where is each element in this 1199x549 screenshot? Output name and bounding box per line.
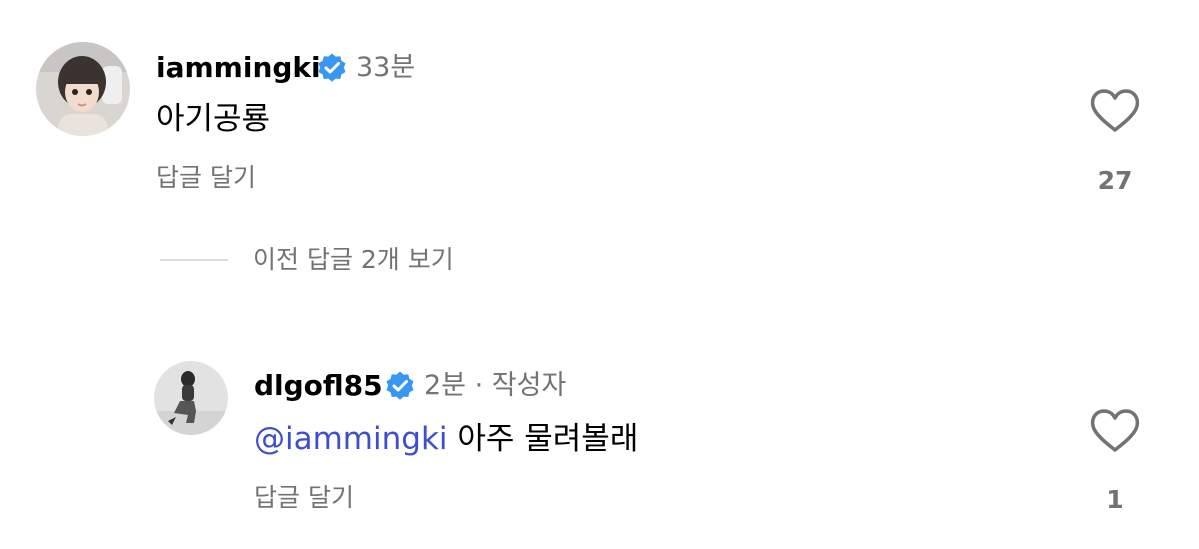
view-previous-replies-button[interactable]: 이전 답글 2개 보기 <box>253 244 454 276</box>
comment-text: @iammingki 아주 물려볼래 <box>254 419 638 459</box>
like-count: 1 <box>1106 485 1124 514</box>
avatar-dlgofl85[interactable] <box>154 361 228 435</box>
like-count: 27 <box>1097 166 1133 195</box>
comment-time: 33분 <box>356 52 416 83</box>
comment-username[interactable]: iammingki <box>156 51 321 85</box>
comment-body: 아주 물려볼래 <box>447 421 639 457</box>
mention-link[interactable]: @iammingki <box>254 421 448 457</box>
avatar-iammingki[interactable] <box>36 42 130 136</box>
reply-button[interactable]: 답글 달기 <box>254 482 354 514</box>
comment-username[interactable]: dlgofl85 <box>254 369 383 403</box>
comment-time-author: 2분 · 작성자 <box>424 370 567 401</box>
verified-badge-icon <box>318 53 346 82</box>
replies-divider <box>160 259 228 261</box>
verified-badge-icon <box>386 371 414 400</box>
heart-icon[interactable] <box>1089 87 1141 135</box>
comment-text: 아기공룡 <box>156 101 271 137</box>
heart-icon[interactable] <box>1089 407 1141 455</box>
reply-button[interactable]: 답글 달기 <box>156 162 256 194</box>
